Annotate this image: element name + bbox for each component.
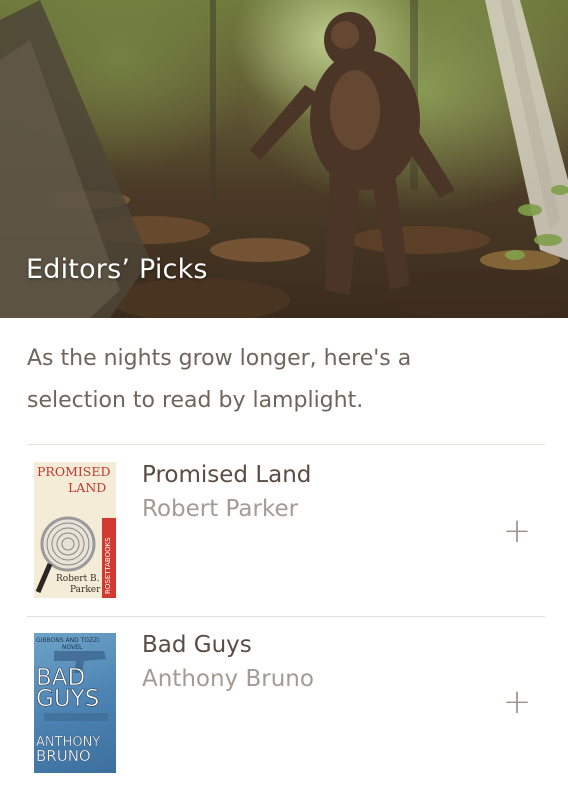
add-book-button[interactable]: +: [500, 514, 534, 548]
page-title: Editors’ Picks: [26, 254, 208, 285]
hero-banner[interactable]: Editors’ Picks: [0, 0, 568, 318]
cover-spine: ROSETTABOOKS: [102, 518, 116, 598]
book-author[interactable]: Anthony Bruno: [142, 666, 314, 692]
plus-icon: +: [502, 511, 532, 551]
book-title[interactable]: Bad Guys: [142, 632, 252, 658]
plus-icon: +: [502, 682, 532, 722]
book-title[interactable]: Promised Land: [142, 462, 311, 488]
list-item[interactable]: PROMISED LAND ROSETTABOOKS Robert B. Par…: [0, 445, 568, 615]
cover-author-line2: BRUNO: [36, 747, 91, 765]
cover-title-line2: GUYS: [36, 686, 100, 712]
add-book-button[interactable]: +: [500, 685, 534, 719]
cover-author-line1: Robert B.: [56, 574, 100, 584]
cover-series-line2: NOVEL: [62, 644, 83, 651]
list-item[interactable]: GIBBONS AND TOZZI NOVEL BAD GUYS ANTHONY…: [0, 617, 568, 787]
book-author[interactable]: Robert Parker: [142, 496, 298, 522]
cover-series-line1: GIBBONS AND TOZZI: [36, 637, 99, 644]
book-cover[interactable]: GIBBONS AND TOZZI NOVEL BAD GUYS ANTHONY…: [34, 633, 116, 773]
cover-author-line2: Parker: [70, 585, 101, 595]
book-cover[interactable]: PROMISED LAND ROSETTABOOKS Robert B. Par…: [34, 462, 116, 598]
intro-text: As the nights grow longer, here's a sele…: [27, 346, 412, 413]
cover-publisher: ROSETTABOOKS: [104, 537, 112, 594]
